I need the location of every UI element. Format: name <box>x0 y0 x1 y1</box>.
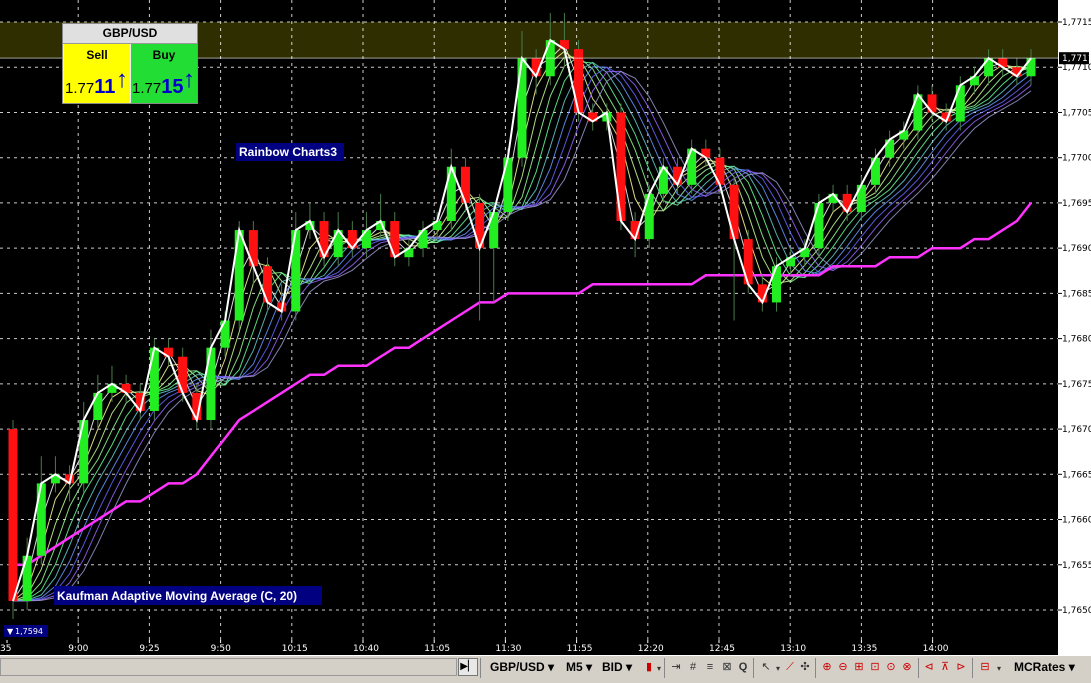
current-price-label: 1,7711 <box>1062 54 1091 64</box>
candle-up <box>234 230 244 321</box>
sell-label: Sell <box>86 48 108 62</box>
x-tick-label: 12:20 <box>638 644 664 654</box>
buy-price: 1.7715 <box>132 76 184 98</box>
y-tick-label: 1,7710 <box>1062 63 1091 73</box>
y-tick-label: 1,7680 <box>1062 335 1091 345</box>
indicator-icon[interactable]: ⊠ <box>720 660 734 674</box>
toolbar-separator <box>972 658 973 678</box>
y-tick-label: 1,7675 <box>1062 380 1091 390</box>
sell-price: 1.7711 <box>65 76 116 98</box>
x-tick-label: 10:40 <box>353 644 379 654</box>
y-tick-label: 1,7660 <box>1062 516 1091 526</box>
candle-up <box>36 483 46 556</box>
candle-down <box>8 429 18 601</box>
symbol-dropdown[interactable]: GBP/USD ▾ <box>490 660 554 674</box>
alerts-icon[interactable]: ⊟ <box>978 660 992 674</box>
zoom-in-icon[interactable]: ⊕ <box>820 660 834 674</box>
quote-pair: GBP/USD <box>63 24 197 44</box>
x-tick-label: 11:05 <box>424 644 450 654</box>
y-tick-label: 1,7670 <box>1062 425 1091 435</box>
toolbar-separator <box>480 658 481 678</box>
x-tick-label: 11:55 <box>567 644 593 654</box>
candle-up <box>79 420 89 484</box>
low-marker-arrow: ▼ <box>7 627 14 636</box>
toolbar-separator <box>664 658 665 678</box>
y-tick-label: 1,7700 <box>1062 154 1091 164</box>
quote-icon[interactable]: Q <box>736 660 750 674</box>
zoom-reset-icon[interactable]: ⊙ <box>884 660 898 674</box>
y-tick-label: 1,7655 <box>1062 561 1091 571</box>
y-axis-panel <box>1058 0 1091 655</box>
low-marker-label: 1,7594 <box>15 627 43 636</box>
sell-button[interactable]: Sell 1.7711 ↑ <box>64 44 130 103</box>
y-tick-label: 1,7665 <box>1062 470 1091 480</box>
x-tick-label: 13:10 <box>780 644 806 654</box>
x-tick-label: 13:35 <box>851 644 877 654</box>
chart-toolbar: ▶▏ GBP/USD ▾ M5 ▾ BID ▾ ▮ ▾ ⇥ # ≡ ⊠ Q ↖ … <box>0 655 1091 683</box>
x-tick-label: 35 <box>0 644 11 654</box>
quote-panel: GBP/USD Sell 1.7711 ↑ Buy 1.7715 ↑ <box>62 23 198 104</box>
draw-tools-icon[interactable]: ⟋ <box>783 660 797 674</box>
zoom-window-icon[interactable]: ⊡ <box>868 660 882 674</box>
rainbow-label: Rainbow Charts3 <box>239 145 337 159</box>
candle-down <box>616 112 626 222</box>
grid-icon[interactable]: # <box>686 660 700 674</box>
y-tick-label: 1,7685 <box>1062 289 1091 299</box>
x-tick-label: 11:30 <box>495 644 521 654</box>
candle-up <box>291 230 301 312</box>
chevron-down-icon[interactable]: ▾ <box>992 662 1006 676</box>
y-tick-label: 1,7690 <box>1062 244 1091 254</box>
candle-down <box>729 184 739 240</box>
toolbar-separator <box>753 658 754 678</box>
provider-dropdown[interactable]: MCRates ▾ <box>1014 660 1075 674</box>
price-type-dropdown[interactable]: BID ▾ <box>602 660 632 674</box>
x-tick-label: 9:25 <box>139 644 159 654</box>
y-tick-label: 1,7715 <box>1062 18 1091 28</box>
volume-icon[interactable]: ≡ <box>703 660 717 674</box>
timeframe-dropdown[interactable]: M5 ▾ <box>566 660 592 674</box>
candle-up <box>149 347 159 411</box>
x-tick-label: 12:45 <box>709 644 735 654</box>
y-tick-label: 1,7650 <box>1062 606 1091 616</box>
zoom-fit-icon[interactable]: ⊞ <box>852 660 866 674</box>
x-tick-label: 10:15 <box>282 644 308 654</box>
buy-label: Buy <box>152 48 176 62</box>
zoom-time-icon[interactable]: ⊗ <box>900 660 914 674</box>
kama-label: Kaufman Adaptive Moving Average (C, 20) <box>57 589 297 603</box>
zoom-out-icon[interactable]: ⊖ <box>836 660 850 674</box>
scroll-up-icon[interactable]: ⊼ <box>938 660 952 674</box>
toolbar-separator <box>918 658 919 678</box>
horizontal-scrollbar[interactable] <box>0 658 457 676</box>
candle-up <box>644 193 654 240</box>
x-tick-label: 9:50 <box>211 644 231 654</box>
crosshair-icon[interactable]: ✣ <box>798 660 812 674</box>
buy-button[interactable]: Buy 1.7715 ↑ <box>131 44 197 103</box>
scroll-right-button[interactable]: ▶▏ <box>458 658 478 676</box>
toolbar-separator <box>815 658 816 678</box>
candle-up <box>517 58 527 158</box>
y-tick-label: 1,7695 <box>1062 199 1091 209</box>
arrow-up-icon: ↑ <box>116 66 128 93</box>
y-tick-label: 1,7705 <box>1062 108 1091 118</box>
scroll-left-icon[interactable]: ⊲ <box>922 660 936 674</box>
x-tick-label: 9:00 <box>68 644 88 654</box>
arrow-up-icon: ↑ <box>183 66 195 93</box>
candle-up <box>503 157 513 212</box>
scroll-right-icon[interactable]: ⊳ <box>954 660 968 674</box>
shift-chart-icon[interactable]: ⇥ <box>669 660 683 674</box>
x-tick-label: 14:00 <box>923 644 949 654</box>
